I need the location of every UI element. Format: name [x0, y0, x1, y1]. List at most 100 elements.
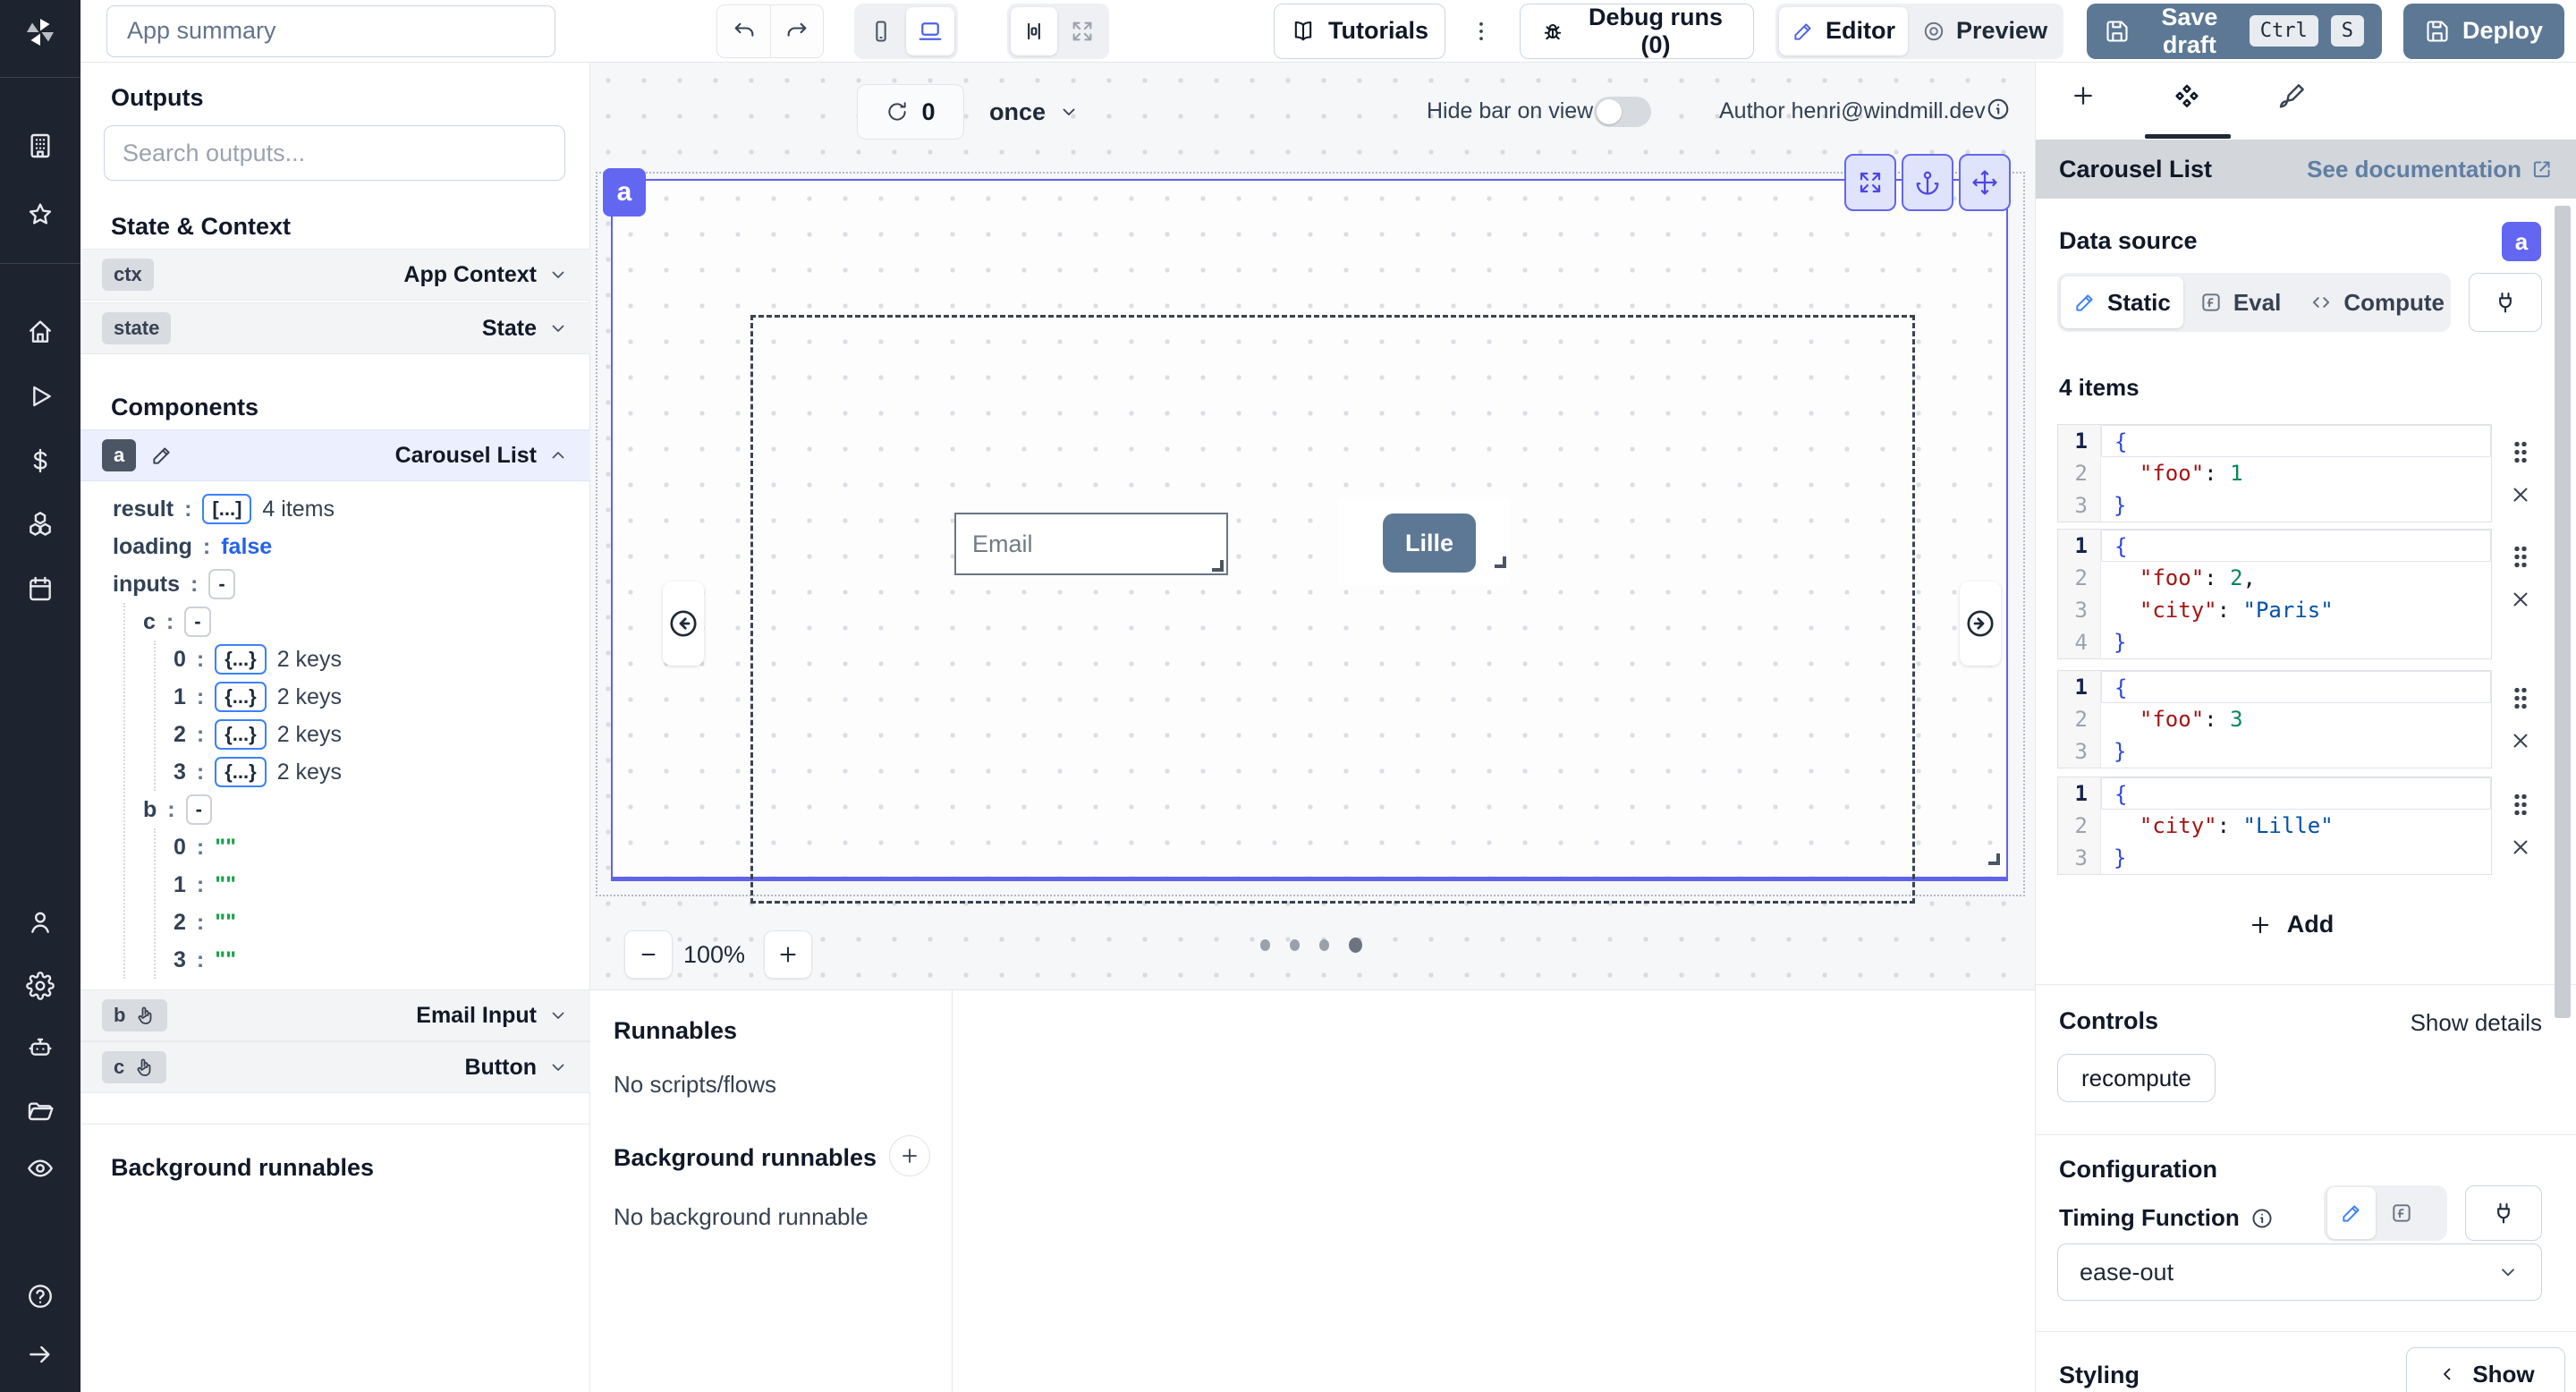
carousel-component[interactable]: Lille	[611, 179, 2008, 881]
runs-play-icon[interactable]	[26, 382, 55, 411]
connect-plug-button[interactable]	[2469, 273, 2542, 332]
component-move-button[interactable]	[1959, 154, 2011, 211]
zoom-in-button[interactable]	[764, 930, 812, 979]
full-width-button[interactable]	[1059, 7, 1106, 55]
component-a-tag[interactable]: a	[603, 168, 646, 216]
timing-plug-button[interactable]	[2465, 1185, 2542, 1241]
delete-item-x-icon[interactable]	[2509, 588, 2532, 611]
state-row[interactable]: state State	[80, 302, 590, 354]
component-c-row[interactable]: c Button	[80, 1041, 590, 1093]
refresh-count-button[interactable]: 0	[857, 84, 964, 140]
json-item-editor[interactable]: 1{2 "foo": 13}	[2057, 424, 2492, 522]
carousel-next-button[interactable]	[1960, 581, 2001, 666]
static-mode-button[interactable]: Static	[2061, 276, 2183, 328]
tree-row[interactable]: 2:{...}2 keys	[80, 716, 590, 753]
refresh-mode-select[interactable]: once	[989, 84, 1080, 140]
drag-handle-icon[interactable]	[2513, 440, 2528, 463]
recompute-button[interactable]: recompute	[2057, 1054, 2216, 1102]
schedules-calendar-icon[interactable]	[26, 574, 55, 603]
tree-row[interactable]: 3:{...}2 keys	[80, 753, 590, 791]
resources-cubes-icon[interactable]	[26, 510, 55, 539]
redo-button[interactable]	[770, 5, 823, 57]
undo-button[interactable]	[717, 5, 770, 57]
component-anchor-button[interactable]	[1902, 154, 1953, 211]
tree-row[interactable]: c:-	[80, 603, 590, 641]
carousel-dot[interactable]	[1290, 939, 1300, 951]
see-documentation-link[interactable]: See documentation	[2307, 156, 2554, 183]
component-a-row[interactable]: a Carousel List	[80, 429, 590, 481]
timing-eval-button[interactable]	[2379, 1187, 2424, 1239]
search-outputs-input[interactable]	[104, 125, 565, 181]
delete-item-x-icon[interactable]	[2509, 729, 2532, 752]
timing-static-button[interactable]	[2327, 1187, 2376, 1239]
add-background-runnable-button[interactable]	[889, 1135, 930, 1176]
save-draft-button[interactable]: Save draft Ctrl S	[2087, 4, 2382, 59]
favorites-star-icon[interactable]	[26, 200, 55, 229]
zoom-out-button[interactable]	[624, 930, 673, 979]
resize-handle[interactable]	[1212, 560, 1224, 572]
home-icon[interactable]	[26, 318, 55, 346]
app-summary-input[interactable]	[106, 5, 555, 57]
component-expand-button[interactable]	[1844, 154, 1896, 211]
settings-tab-components-icon[interactable]	[2172, 82, 2202, 113]
user-icon[interactable]	[26, 908, 55, 937]
carousel-dot[interactable]	[1319, 939, 1329, 951]
tree-row[interactable]: result:[...]4 items	[80, 490, 590, 528]
deploy-button[interactable]: Deploy	[2403, 4, 2564, 59]
tree-row[interactable]: 1:""	[80, 866, 590, 904]
eval-mode-button[interactable]: Eval	[2187, 276, 2294, 328]
tree-row[interactable]: loading:false	[80, 528, 590, 565]
lille-button[interactable]: Lille	[1383, 514, 1476, 573]
delete-item-x-icon[interactable]	[2509, 836, 2532, 859]
show-details-link[interactable]: Show details	[2411, 1009, 2542, 1037]
ctx-row[interactable]: ctx App Context	[80, 249, 590, 301]
add-item-button[interactable]: Add	[2036, 911, 2546, 938]
component-b-row[interactable]: b Email Input	[80, 989, 590, 1041]
carousel-prev-button[interactable]	[663, 581, 704, 666]
json-item-editor[interactable]: 1{2 "foo": 33}	[2057, 670, 2492, 768]
styling-tab-brush-icon[interactable]	[2277, 82, 2306, 111]
json-item-editor[interactable]: 1{2 "foo": 2,3 "city": "Paris"4}	[2057, 529, 2492, 659]
resize-handle[interactable]	[1495, 556, 1506, 568]
info-icon[interactable]	[1986, 97, 2011, 122]
carousel-dots[interactable]	[613, 938, 2010, 953]
tutorials-button[interactable]: Tutorials	[1274, 4, 1445, 59]
debug-runs-button[interactable]: Debug runs (0)	[1520, 4, 1754, 59]
workspace-icon[interactable]	[26, 132, 55, 160]
tree-row[interactable]: 3:""	[80, 941, 590, 979]
editor-tab[interactable]: Editor	[1779, 7, 1908, 55]
carousel-inner-container[interactable]	[750, 315, 1915, 904]
drag-handle-icon[interactable]	[2513, 686, 2528, 709]
rename-pencil-icon[interactable]	[150, 444, 174, 467]
drag-handle-icon[interactable]	[2513, 545, 2528, 568]
audit-eye-icon[interactable]	[26, 1154, 55, 1183]
more-menu-kebab-icon[interactable]	[1469, 19, 1494, 44]
carousel-dot[interactable]	[1349, 938, 1362, 953]
tree-row[interactable]: 2:""	[80, 904, 590, 941]
collapse-arrow-icon[interactable]	[26, 1340, 55, 1369]
carousel-dot[interactable]	[1260, 939, 1270, 951]
email-input[interactable]	[954, 513, 1228, 575]
folders-icon[interactable]	[26, 1098, 55, 1126]
tree-row[interactable]: b:-	[80, 791, 590, 828]
workers-robot-icon[interactable]	[26, 1034, 55, 1063]
hide-bar-toggle[interactable]	[1594, 97, 1651, 127]
component-resize-handle[interactable]	[1988, 853, 2000, 865]
desktop-view-button[interactable]	[906, 7, 954, 55]
insert-tab-plus-icon[interactable]	[2070, 82, 2097, 109]
delete-item-x-icon[interactable]	[2509, 483, 2532, 506]
json-item-editor[interactable]: 1{2 "city": "Lille"3}	[2057, 777, 2492, 875]
drag-handle-icon[interactable]	[2513, 793, 2528, 816]
help-icon[interactable]	[26, 1282, 55, 1311]
mobile-view-button[interactable]	[858, 7, 904, 55]
scrollbar-thumb[interactable]	[2555, 206, 2571, 1018]
tree-row[interactable]: inputs:-	[80, 565, 590, 603]
variables-dollar-icon[interactable]	[26, 446, 55, 475]
styling-show-button[interactable]: Show	[2406, 1347, 2565, 1392]
preview-tab[interactable]: Preview	[1910, 7, 2060, 55]
timing-function-select[interactable]: ease-out	[2057, 1243, 2542, 1301]
tree-row[interactable]: 0:""	[80, 828, 590, 866]
tree-row[interactable]: 1:{...}2 keys	[80, 678, 590, 716]
settings-gear-icon[interactable]	[26, 972, 55, 1000]
center-layout-button[interactable]	[1011, 7, 1057, 55]
